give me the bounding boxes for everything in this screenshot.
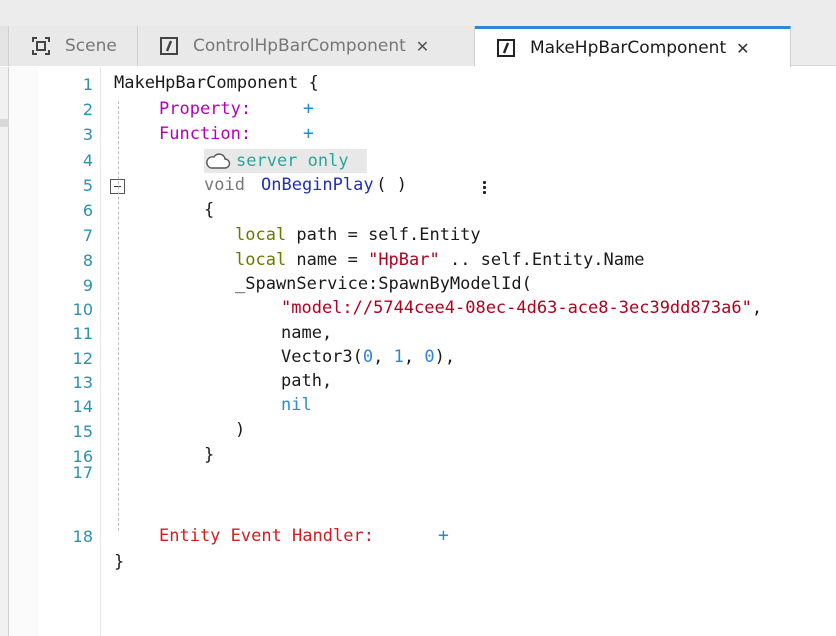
script-icon <box>160 37 178 55</box>
line-number: 5 <box>82 176 93 195</box>
line-number: 9 <box>82 276 93 295</box>
script-icon <box>497 39 515 57</box>
line-number: 13 <box>72 373 93 392</box>
code-line-15: ) <box>235 420 246 440</box>
tab-make-label: MakeHpBarComponent <box>530 38 727 58</box>
editor-tab-bar: Scene ControlHpBarComponent ✕ MakeHpBarC… <box>0 0 836 67</box>
code-text: .. self.Entity.Name <box>439 250 645 270</box>
code-line-7: local path = self.Entity <box>235 225 481 245</box>
tab-scene[interactable]: Scene <box>10 26 138 66</box>
code-line-10: "model://5744cee4-08ec-4d63-ace8-3ec39dd… <box>281 298 762 318</box>
property-section-label: Property: <box>159 99 252 119</box>
more-options-icon[interactable] <box>483 181 487 197</box>
line-number: 8 <box>82 251 93 270</box>
code-line-9: _SpawnService:SpawnByModelId( <box>235 274 532 294</box>
left-margin <box>9 67 38 636</box>
code-line-16: } <box>204 445 215 465</box>
close-icon[interactable]: ✕ <box>416 37 429 56</box>
number-literal: 0 <box>424 347 435 367</box>
tab-make-hp-bar-component[interactable]: MakeHpBarComponent ✕ <box>475 26 791 67</box>
code-text: Vector3( <box>281 347 363 367</box>
code-text: , <box>373 347 394 367</box>
code-text: , <box>751 298 763 318</box>
code-line-1: MakeHpBarComponent { <box>114 73 319 93</box>
tab-control-hp-bar-component[interactable]: ControlHpBarComponent ✕ <box>138 26 475 66</box>
code-line-6: { <box>204 200 215 220</box>
line-number: 17 <box>72 463 93 482</box>
indent-guide <box>118 101 119 531</box>
number-literal: 0 <box>362 347 374 367</box>
keyword-local: local <box>235 250 287 270</box>
code-text: ), <box>434 347 456 367</box>
code-editor[interactable]: 1 2 3 4 5 6 7 8 9 10 11 12 13 14 15 16 1… <box>0 67 836 636</box>
line-number: 10 <box>72 300 93 319</box>
rail-marker <box>0 119 9 127</box>
line-number: 12 <box>72 349 93 368</box>
code-text: path = self.Entity <box>286 225 481 245</box>
close-icon[interactable]: ✕ <box>736 39 749 58</box>
line-number: 18 <box>72 527 93 546</box>
tab-scene-label: Scene <box>65 36 117 56</box>
add-event-handler-button[interactable]: + <box>438 525 449 546</box>
code-text: name = <box>286 250 369 270</box>
code-closing-brace: } <box>114 552 125 572</box>
left-side-rail <box>0 67 9 636</box>
string-literal: "HpBar" <box>368 250 440 270</box>
line-number: 11 <box>72 324 93 343</box>
tab-control-label: ControlHpBarComponent <box>193 36 406 56</box>
line-number: 14 <box>72 397 93 416</box>
function-params: ( ) <box>366 175 407 195</box>
code-text: , <box>403 347 425 367</box>
number-literal: 1 <box>393 347 404 367</box>
code-line-8: local name = "HpBar" .. self.Entity.Name <box>235 250 644 270</box>
line-number: 1 <box>82 75 93 94</box>
line-number: 4 <box>82 151 93 170</box>
nil-literal: nil <box>281 395 312 415</box>
gutter-divider <box>100 67 101 636</box>
entity-event-handler-label: Entity Event Handler: <box>159 526 374 546</box>
function-name[interactable]: OnBeginPlay <box>261 175 374 195</box>
line-number: 2 <box>82 100 93 119</box>
scene-icon <box>32 37 50 55</box>
line-number: 15 <box>72 422 93 441</box>
function-section-label: Function: <box>159 124 252 144</box>
server-only-badge[interactable]: server only <box>204 149 367 173</box>
keyword-local: local <box>235 225 287 245</box>
code-line-12: Vector3(0, 1, 0), <box>281 347 455 367</box>
server-only-label: server only <box>236 151 349 171</box>
line-number: 3 <box>82 125 93 144</box>
cloud-icon <box>206 153 231 169</box>
code-line-11: name, <box>281 323 333 343</box>
string-literal: "model://5744cee4-08ec-4d63-ace8-3ec39dd… <box>281 298 752 318</box>
code-line-13: path, <box>281 371 333 391</box>
tab-bar-lead <box>0 26 9 66</box>
add-property-button[interactable]: + <box>303 98 314 119</box>
line-number: 7 <box>82 226 93 245</box>
return-type: void <box>204 175 245 195</box>
line-number: 6 <box>82 201 93 220</box>
add-function-button[interactable]: + <box>303 123 314 144</box>
